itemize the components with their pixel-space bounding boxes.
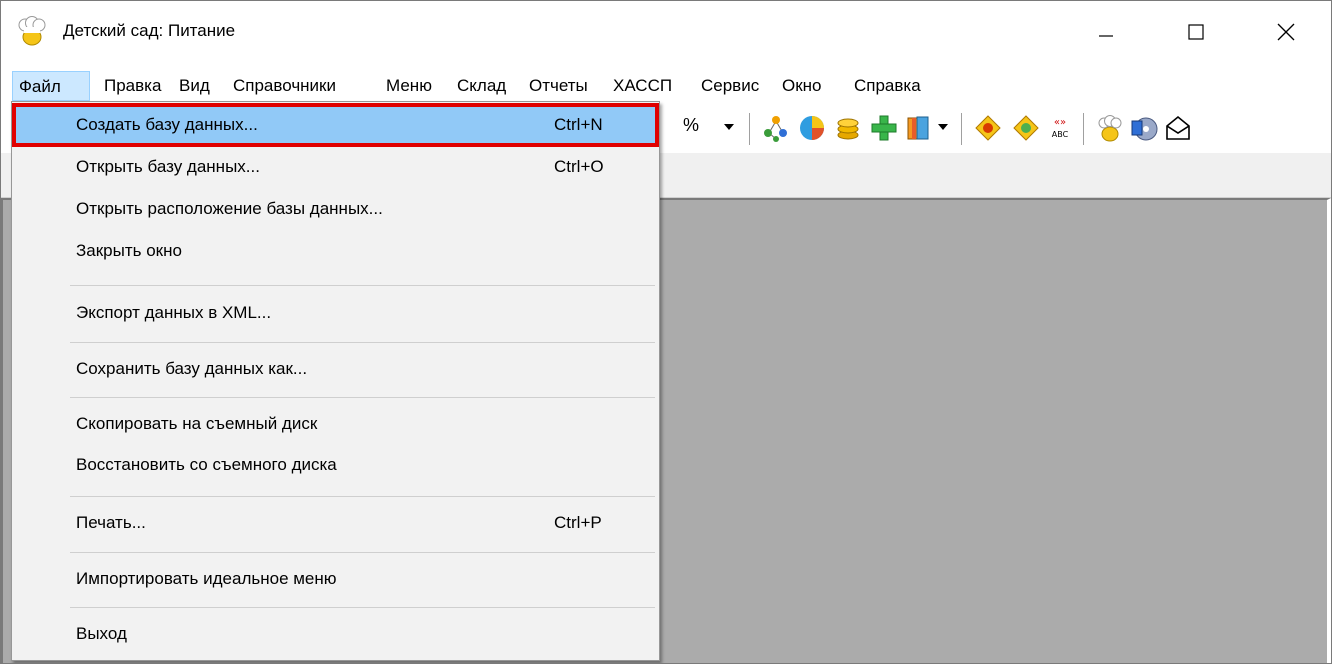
toolbar-separator xyxy=(1083,113,1084,145)
coins-icon[interactable] xyxy=(833,113,863,143)
menu-item-close-window[interactable]: Закрыть окно xyxy=(14,235,657,275)
menu-item-print[interactable]: Печать... Ctrl+P xyxy=(14,507,657,547)
warning-icon[interactable] xyxy=(973,113,1003,143)
menu-item-create-database[interactable]: Создать базу данных... Ctrl+N xyxy=(12,103,659,147)
menu-haccp[interactable]: ХАССП xyxy=(613,71,672,101)
menu-item-label: Импортировать идеальное меню xyxy=(76,569,337,588)
menu-reports[interactable]: Отчеты xyxy=(529,71,588,101)
menu-item-exit[interactable]: Выход xyxy=(14,618,657,658)
menu-file[interactable]: Файл xyxy=(12,71,90,101)
menu-item-label: Открыть расположение базы данных... xyxy=(76,199,383,218)
maximize-icon xyxy=(1188,24,1204,40)
menu-item-shortcut: Ctrl+N xyxy=(554,115,603,134)
menu-directories[interactable]: Справочники xyxy=(233,71,336,101)
menu-bar: Файл Правка Вид Справочники Меню Склад О… xyxy=(1,71,1331,101)
menu-view[interactable]: Вид xyxy=(179,71,210,101)
percent-button[interactable]: % xyxy=(683,115,699,136)
chef-hat-icon[interactable] xyxy=(15,15,49,49)
menu-item-shortcut: Ctrl+O xyxy=(554,157,604,176)
plus-icon[interactable] xyxy=(869,113,899,143)
title-bar: Детский сад: Питание xyxy=(1,1,1331,63)
menu-service[interactable]: Сервис xyxy=(701,71,759,101)
menu-separator xyxy=(70,397,655,398)
menu-separator xyxy=(70,552,655,553)
menu-item-export-xml[interactable]: Экспорт данных в XML... xyxy=(14,297,657,337)
menu-separator xyxy=(70,342,655,343)
menu-item-import-ideal-menu[interactable]: Импортировать идеальное меню xyxy=(14,563,657,603)
menu-item-label: Восстановить со съемного диска xyxy=(76,455,337,474)
menu-window[interactable]: Окно xyxy=(782,71,822,101)
menu-item-save-database-as[interactable]: Сохранить базу данных как... xyxy=(14,353,657,393)
disk-icon[interactable] xyxy=(1129,113,1159,143)
menu-separator xyxy=(70,285,655,286)
menu-item-open-database-location[interactable]: Открыть расположение базы данных... xyxy=(14,193,657,233)
toolbar-separator xyxy=(961,113,962,145)
envelope-icon[interactable] xyxy=(1163,113,1193,143)
tree-icon[interactable] xyxy=(761,113,791,143)
toolbar-separator xyxy=(749,113,750,145)
menu-item-restore-from-removable[interactable]: Восстановить со съемного диска xyxy=(14,449,657,489)
close-icon xyxy=(1277,23,1295,41)
menu-help[interactable]: Справка xyxy=(854,71,921,101)
menu-item-copy-to-removable[interactable]: Скопировать на съемный диск xyxy=(14,408,657,448)
menu-item-shortcut: Ctrl+P xyxy=(554,513,602,532)
menu-item-label: Печать... xyxy=(76,513,146,532)
warning-icon[interactable] xyxy=(1011,113,1041,143)
menu-item-label: Закрыть окно xyxy=(76,241,182,260)
menu-item-open-database[interactable]: Открыть базу данных... Ctrl+O xyxy=(14,151,657,191)
chevron-down-icon[interactable] xyxy=(937,123,949,131)
close-button[interactable] xyxy=(1241,1,1331,63)
menu-item-label: Экспорт данных в XML... xyxy=(76,303,272,322)
chef-hat-icon[interactable] xyxy=(1095,113,1125,143)
app-window: Детский сад: Питание Файл Правка Вид Спр… xyxy=(0,0,1332,664)
menu-edit[interactable]: Правка xyxy=(104,71,161,101)
menu-menu[interactable]: Меню xyxy=(386,71,432,101)
file-menu-dropdown: Создать базу данных... Ctrl+N Открыть ба… xyxy=(11,101,660,661)
svg-text:«»: «» xyxy=(1054,117,1066,128)
svg-text:ABC: ABC xyxy=(1052,130,1069,139)
menu-separator xyxy=(70,607,655,608)
menu-item-label: Сохранить базу данных как... xyxy=(76,359,308,378)
window-title: Детский сад: Питание xyxy=(63,21,236,40)
menu-item-label: Выход xyxy=(76,624,127,643)
menu-warehouse[interactable]: Склад xyxy=(457,71,506,101)
menu-item-label: Скопировать на съемный диск xyxy=(76,414,318,433)
menu-item-label: Открыть базу данных... xyxy=(76,157,260,176)
menu-item-label: Создать базу данных... xyxy=(76,115,258,134)
abc-icon[interactable]: «» ABC xyxy=(1045,113,1075,143)
maximize-button[interactable] xyxy=(1151,1,1241,63)
pie-chart-icon[interactable] xyxy=(797,113,827,143)
menu-separator xyxy=(70,496,655,497)
minimize-icon xyxy=(1099,35,1113,37)
chevron-down-icon[interactable] xyxy=(723,123,735,131)
book-icon[interactable] xyxy=(903,113,933,143)
minimize-button[interactable] xyxy=(1061,1,1151,63)
